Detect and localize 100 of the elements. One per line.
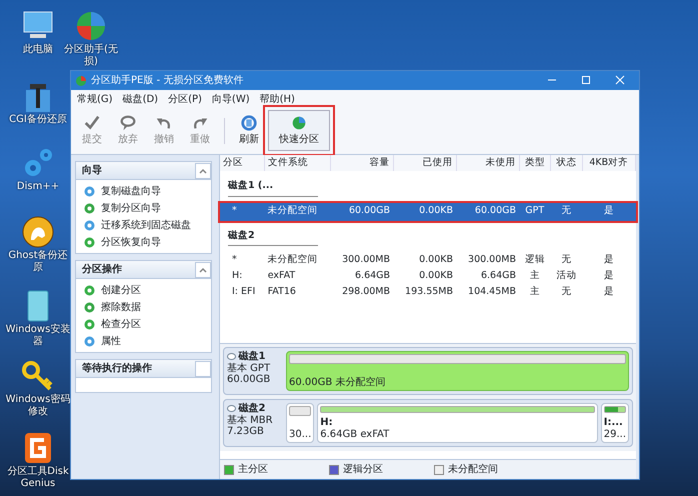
partition-block[interactable]: 60.00GB 未分配空间 [286,351,629,391]
column-header[interactable]: 未使用 [456,155,519,172]
table-row[interactable]: * 未分配空间 60.00GB 0.00KB 60.00GB GPT 无 是 [220,202,636,220]
menu-item[interactable]: 磁盘(D) [122,92,158,107]
table-cell-text: 300.00MB [467,252,517,267]
disc-icon [84,236,95,248]
window-title: 分区助手PE版 - 无损分区免费软件 [91,74,244,88]
partition-detail: 29... [604,428,626,440]
disk-size: 60.00GB [227,374,272,386]
disc-icon [84,336,95,346]
close-icon [614,74,626,86]
table-cell-text: 未分配空间 [266,252,319,267]
collapse-button[interactable] [195,262,211,278]
table-cell-text: FAT16 [266,285,297,300]
disk-type: 基本 GPT [227,362,272,374]
icon-label[interactable]: 分区工具DiskGenius [5,466,71,489]
table-cell-text: exFAT [266,269,296,283]
partition-label: H: [320,417,334,428]
table-cell: 0.00KB [393,202,456,220]
disc-icon [84,186,95,196]
toolbar-button[interactable]: 刷新 [232,112,266,149]
icon-label[interactable]: Windows密码修改 [5,394,71,417]
partition-block[interactable]: H: 6.64GB exFAT [317,403,598,443]
table-cell-text: 无 [560,252,572,267]
table-cell: 无 [550,202,582,220]
check-icon [82,114,102,132]
disc-icon [84,220,95,230]
speech-bubble-icon [118,114,138,132]
collapse-button[interactable] [195,162,211,178]
column-header[interactable]: 已使用 [393,155,456,172]
icon-label[interactable]: Dism++ [16,181,60,192]
icon-label[interactable]: Windows安装器 [5,324,71,347]
table-cell-text: * [231,252,238,267]
sidebar-item[interactable]: 检查分区 [76,316,211,332]
sidebar-item[interactable]: 擦除数据 [76,298,211,316]
menu-item[interactable]: 帮助(H) [260,92,295,107]
disk-card[interactable]: 磁盘1 基本 GPT 60.00GB 60.00GB 未分配空间 [223,347,633,395]
sidebar-item[interactable]: 迁移系统到固态磁盘 [76,216,211,234]
table-cell-text: 0.00KB [418,252,454,267]
table-cell: 未分配空间 [264,202,330,220]
icon-label[interactable]: CGI备份还原 [9,114,67,126]
panel-title: 等待执行的操作 [82,362,152,376]
table-cell: 是 [582,202,636,220]
sidebar-item[interactable]: 属性 [76,332,211,350]
column-header[interactable]: 4KB对齐 [582,155,636,172]
ghost-icon[interactable] [20,214,56,250]
table-row[interactable]: H: exFAT 6.64GB 0.00KB 6.64GB 主 活动 是 [220,268,636,284]
table-cell-text: 104.45MB [467,285,517,300]
table-row[interactable]: * 未分配空间 300.00MB 0.00KB 300.00MB 逻辑 无 是 [220,252,636,268]
icon-label[interactable]: Ghost备份还原 [5,250,71,273]
app-icon [75,74,87,86]
table-cell-text: 主 [528,269,541,283]
menu-item[interactable]: 分区(P) [168,92,202,107]
partition-block[interactable]: 30... [286,403,314,443]
table-cell-text: 逻辑 [524,252,546,267]
menu-item[interactable]: 常规(G) [77,92,113,107]
partition-detail: 30... [289,428,312,440]
disk-name: 磁盘1 [238,351,266,362]
column-header[interactable]: 状态 [550,155,582,172]
legend-label: 逻辑分区 [343,462,383,477]
column-header[interactable]: 容量 [330,155,394,172]
table-cell-text: 193.55MB [404,285,454,300]
table-cell-text: 300.00MB [341,252,392,267]
panel-title: 分区操作 [82,262,122,277]
disc-icon [84,284,95,296]
table-cell-text: 6.64GB [480,269,517,283]
disk-card[interactable]: 磁盘2 基本 MBR 7.23GB 30... H: 6.64GB exFAT I:... 29... [223,399,633,447]
disc-icon [84,318,95,330]
table-cell-text: 298.00MB [341,285,392,300]
sidebar-item[interactable]: 分区恢复向导 [76,234,211,250]
table-cell-text: 6.64GB [354,269,392,283]
disk-size: 7.23GB [227,426,265,438]
table-cell-text: 0.00KB [418,269,454,283]
table-cell-text: 是 [602,269,615,283]
partition-block[interactable]: I:... 29... [600,403,629,443]
table-cell-text: I: EFI [231,285,256,300]
chevron-up-icon [199,266,207,272]
disk-icon [227,353,236,360]
table-cell-text: 无 [560,285,572,300]
table-cell-text: 是 [602,285,615,300]
icon-label[interactable]: 分区助手(无损) [58,44,124,67]
disk-group-label: 磁盘2 [228,230,255,240]
sidebar-item[interactable]: 复制磁盘向导 [76,182,211,200]
refresh-icon [239,114,259,132]
column-header[interactable]: 分区 [220,155,265,172]
disc-icon [84,302,95,312]
column-header[interactable]: 文件系统 [264,155,330,172]
table-cell: 60.00GB [330,202,394,220]
menu-item[interactable]: 向导(W) [212,92,250,107]
table-cell: * [220,202,265,220]
legend-label: 主分区 [238,462,268,477]
column-header[interactable]: 类型 [519,155,550,172]
partition-detail: 60.00GB 未分配空间 [289,376,386,388]
sidebar-item[interactable]: 复制分区向导 [76,200,211,216]
table-cell-text: H: [231,269,244,283]
disk-icon [227,405,236,412]
legend-label: 未分配空间 [448,462,498,477]
icon-label[interactable]: 此电脑 [23,44,53,56]
sidebar-item[interactable]: 创建分区 [76,282,211,298]
table-row[interactable]: I: EFI FAT16 298.00MB 193.55MB 104.45MB 主 无 是 [220,284,636,300]
